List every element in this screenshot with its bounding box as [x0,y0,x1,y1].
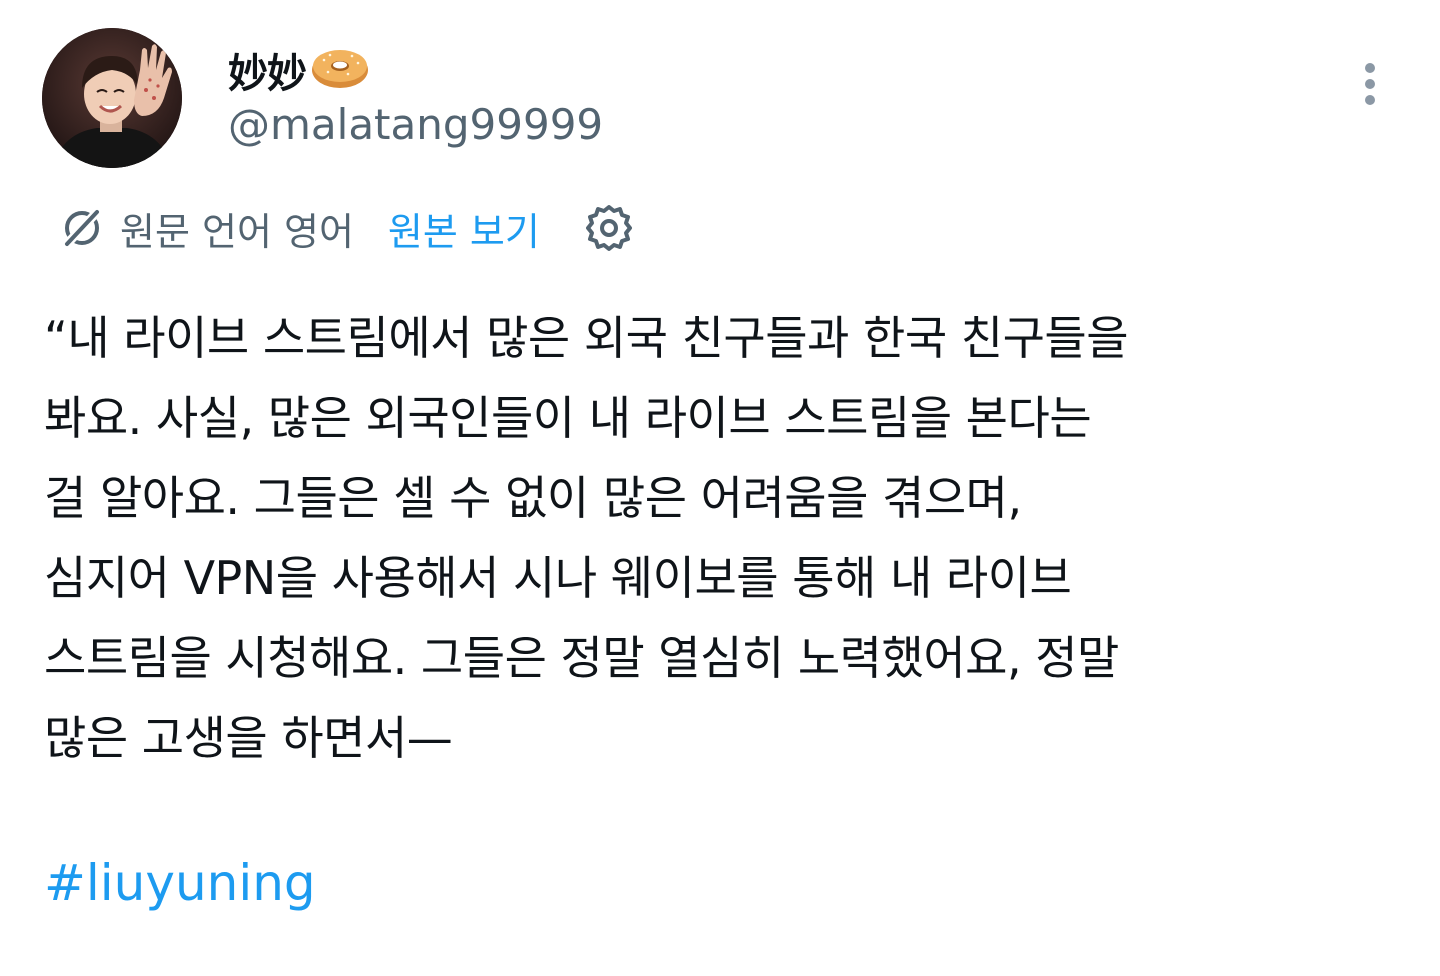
tweet-card: 妙妙 @malatang99999 원문 언어 영어 원본 보기 “내 라이브 … [0,0,1440,976]
avatar-image [42,28,182,168]
hashtag-link[interactable]: #liuyuning [44,845,316,921]
avatar[interactable] [42,28,182,168]
show-original-link[interactable]: 원본 보기 [388,201,540,256]
display-name-text: 妙妙 [228,51,307,97]
user-handle[interactable]: @malatang99999 [228,100,603,149]
translation-source-label: 원문 언어 영어 [120,209,354,254]
translate-slash-icon [58,204,106,252]
tweet-text-line: 걸 알아요. 그들은 셀 수 없이 많은 어려움을 겪으며, [44,471,1022,525]
tweet-text-line: 스트림을 시청해요. 그들은 정말 열심히 노력했어요, 정말 [44,631,1119,685]
tweet-text-line: 심지어 VPN을 사용해서 시나 웨이보를 통해 내 라이브 [44,551,1072,605]
display-name[interactable]: 妙妙 [228,40,372,100]
bagel-icon [308,44,372,96]
tweet-text-line: “내 라이브 스트림에서 많은 외국 친구들과 한국 친구들을 [44,311,1129,365]
tweet-text-line: 봐요. 사실, 많은 외국인들이 내 라이브 스트림을 본다는 [44,391,1092,445]
tweet-text-line: 많은 고생을 하면서— [44,711,453,765]
translation-bar: 원문 언어 영어 원본 보기 [58,196,636,260]
tweet-text: “내 라이브 스트림에서 많은 외국 친구들과 한국 친구들을 봐요. 사실, … [44,298,1404,778]
more-options-button[interactable] [1346,54,1394,114]
more-vertical-icon [1365,63,1375,105]
gear-icon[interactable] [582,201,636,255]
